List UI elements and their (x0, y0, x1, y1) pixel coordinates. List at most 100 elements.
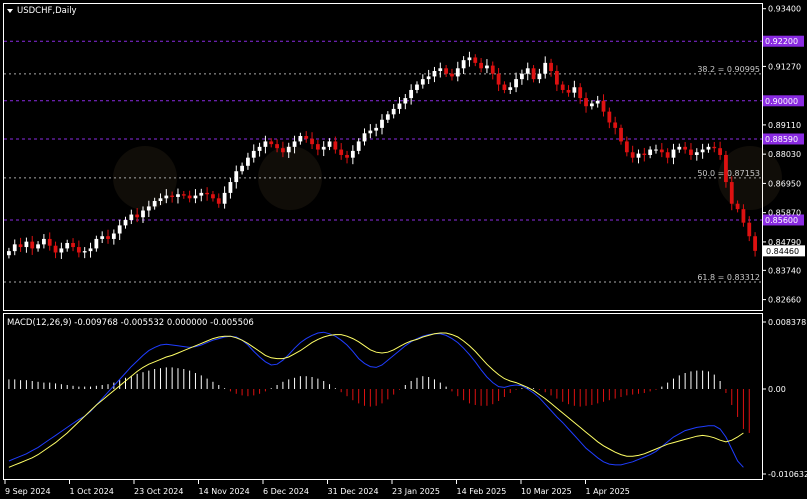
candle-body (12, 244, 17, 252)
candle-body (356, 141, 361, 151)
candle-body (251, 150, 256, 158)
time-tick-label: 1 Apr 2025 (586, 487, 630, 496)
candle-body (333, 141, 338, 150)
fib-label: 61.8 = 0.83312 (697, 273, 760, 282)
candle-body (71, 242, 75, 248)
candle-body (438, 68, 443, 72)
candle-body (485, 65, 489, 69)
candle-body (613, 122, 618, 128)
candle-body (473, 57, 478, 63)
macd-tick-label: -0.010632 (768, 470, 807, 479)
macd-layer (8, 331, 750, 468)
candle-body (199, 192, 204, 196)
candle-body (211, 194, 215, 199)
candle-body (450, 73, 454, 77)
candle-body (123, 219, 128, 226)
candle-body (94, 238, 99, 249)
candle-body (327, 141, 332, 147)
candle-body (747, 222, 752, 237)
candle-body (146, 206, 151, 211)
level-tag-label: 0.90000 (765, 97, 798, 106)
candle-body (520, 73, 524, 80)
macd-axis: 0.008378 0.00 -0.010632 (762, 318, 807, 479)
candle-body (549, 62, 553, 72)
candle-body (584, 98, 588, 107)
time-tick-label: 14 Nov 2024 (199, 487, 250, 496)
candle-body (158, 198, 163, 202)
candle-body (281, 148, 285, 153)
price-tick-label: 0.89110 (768, 121, 801, 130)
candle-body (263, 141, 268, 147)
time-axis: 9 Sep 2024 1 Oct 2024 23 Oct 2024 14 Nov 20… (4, 480, 630, 496)
time-tick-label: 14 Feb 2025 (457, 487, 507, 496)
candle-body (368, 130, 373, 134)
candle-body (426, 76, 431, 80)
candle-body (65, 242, 70, 249)
candle-body (350, 150, 355, 158)
candle-body (298, 136, 303, 142)
candle-body (246, 157, 250, 166)
candle-body (543, 62, 548, 74)
candle-body (181, 194, 186, 196)
chart-canvas: 0.92200 38.2 = 0.90995 0.90000 0.88590 50.0 … (3, 3, 807, 496)
candle-body (193, 195, 198, 199)
candle-body (129, 214, 134, 220)
current-price-text: 0.84460 (766, 247, 799, 256)
candle-body (636, 153, 641, 158)
candle-body (269, 141, 274, 145)
candle-body (82, 251, 87, 253)
candle-body (741, 209, 746, 223)
candle-body (41, 238, 46, 245)
candle-body (380, 119, 384, 128)
candle-body (310, 138, 314, 145)
candle-body (671, 149, 676, 158)
candle-body (729, 182, 734, 204)
candle-body (362, 133, 367, 142)
candle-body (683, 146, 688, 150)
candle-body (106, 236, 110, 239)
candle-body (531, 68, 536, 80)
candle-body (205, 192, 210, 195)
candle-body (111, 233, 116, 239)
candle-body (479, 62, 483, 69)
candle-body (753, 236, 757, 251)
macd-panel-frame (3, 313, 763, 480)
candle-body (554, 71, 559, 85)
candle-body (292, 141, 297, 147)
candle-body (88, 248, 93, 252)
candle-body (601, 100, 606, 112)
candle-body (706, 146, 711, 150)
macd-tick-label: 0.00 (768, 385, 786, 394)
candle-body (677, 146, 682, 150)
candle-body (397, 103, 402, 109)
candle-body (170, 195, 175, 197)
candle-body (496, 73, 501, 85)
price-axis: 0.93400 0.91270 0.89110 0.88030 0.86950 0.858… (762, 5, 801, 305)
candle-body (234, 171, 239, 183)
candle-body (444, 68, 449, 74)
candle-body (514, 79, 518, 88)
candle-body (455, 68, 460, 77)
price-tick-label: 0.85870 (768, 209, 801, 218)
collapse-arrow-icon[interactable] (7, 9, 13, 13)
time-tick-label: 9 Sep 2024 (5, 487, 51, 496)
candle-body (467, 57, 472, 61)
symbol-header: USDCHF,Daily (7, 6, 77, 16)
candle-body (415, 84, 419, 90)
time-tick-label: 10 Mar 2025 (521, 487, 572, 496)
candle-body (18, 244, 23, 248)
candle-body (135, 214, 140, 218)
candle-body (403, 98, 408, 104)
candle-body (537, 73, 542, 80)
current-price-tag: 0.84460 (763, 245, 805, 257)
candle-body (654, 149, 658, 151)
candle-body (700, 149, 705, 153)
candle-body (724, 154, 728, 183)
candle-body (648, 149, 653, 155)
macd-label: MACD(12,26,9) -0.009768 -0.005532 0.0000… (7, 318, 254, 328)
candle-body (490, 65, 495, 74)
candle-body (59, 248, 64, 253)
level-tag-label: 0.92200 (765, 37, 798, 46)
candle-body (345, 154, 349, 158)
fib-label: 38.2 = 0.90995 (697, 65, 760, 74)
